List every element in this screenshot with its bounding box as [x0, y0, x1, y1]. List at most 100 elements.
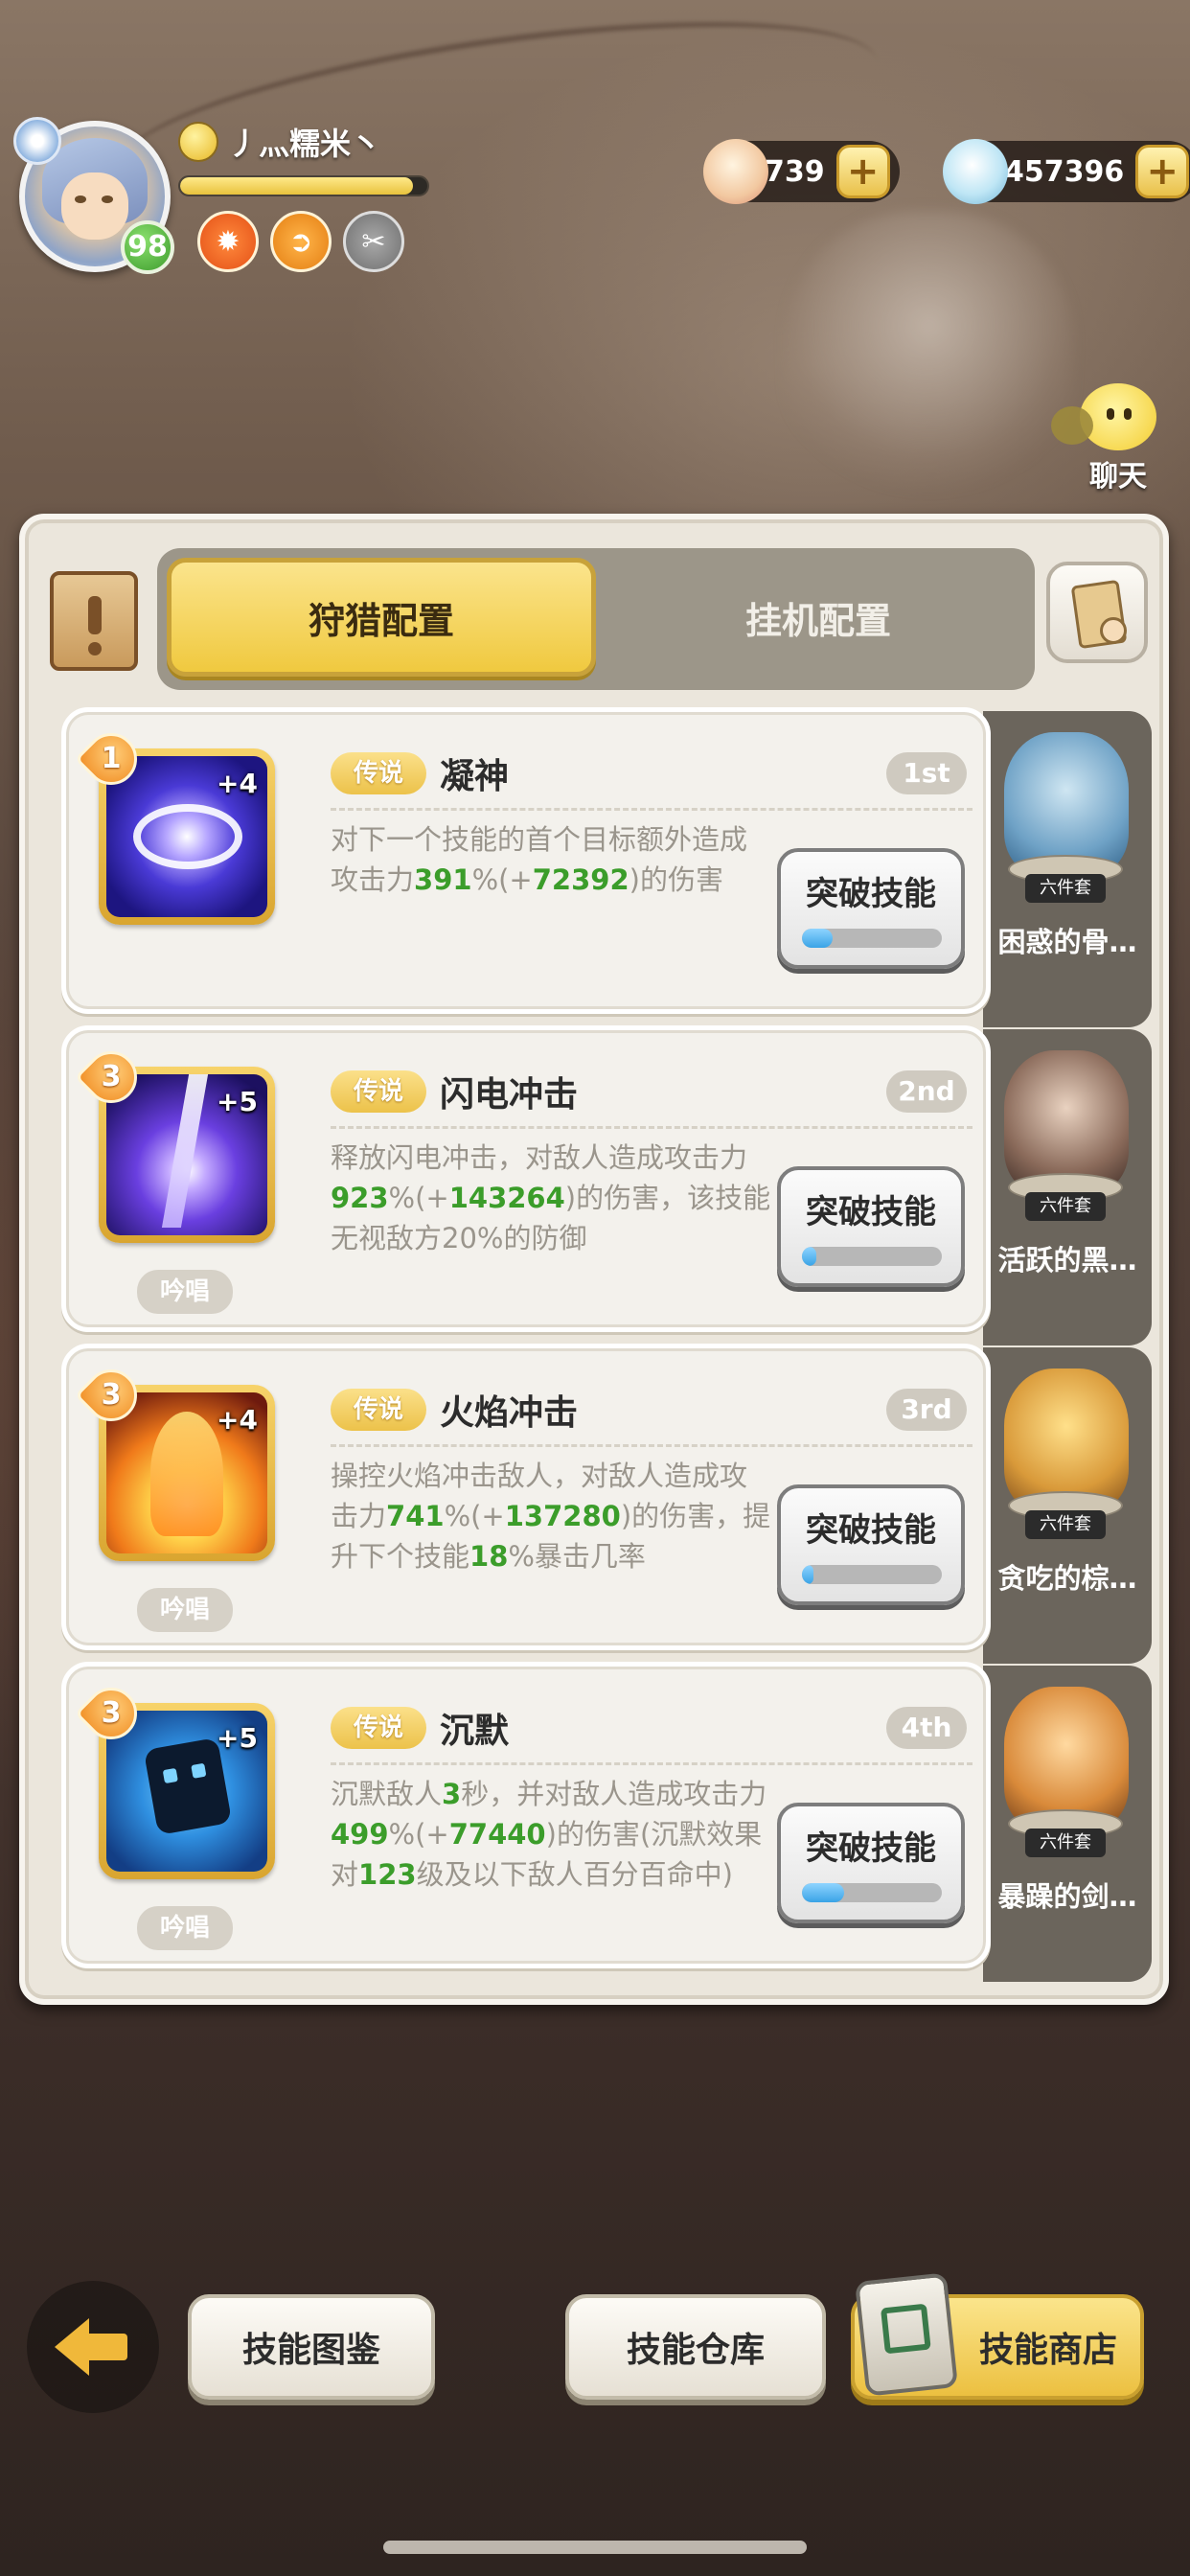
- player-avatar[interactable]: 98: [13, 117, 174, 274]
- skill-icon-button[interactable]: +5 3: [74, 1676, 275, 1879]
- scroll-notice-icon[interactable]: [50, 571, 138, 671]
- rarity-badge: 传说: [331, 1070, 426, 1113]
- tab-hunt-config[interactable]: 狩猎配置: [167, 558, 596, 677]
- home-indicator[interactable]: [383, 2541, 807, 2554]
- pet-slot[interactable]: 六件套 贪吃的棕…: [983, 1347, 1152, 1664]
- desc-highlight: 137280: [504, 1500, 621, 1532]
- add-shells-button[interactable]: +: [835, 145, 890, 198]
- desc-text: 释放闪电冲击，对敌人造成攻击力: [331, 1141, 748, 1174]
- desc-text: )的伤害: [629, 863, 723, 896]
- fire-badge-icon[interactable]: ✹: [197, 211, 259, 272]
- skill-name: 闪电冲击: [440, 1075, 579, 1115]
- skill-description: 释放闪电冲击，对敌人造成攻击力923%(+143264)的伤害，该技能无视敌方2…: [331, 1138, 771, 1258]
- divider: [331, 1126, 973, 1129]
- pet-slot[interactable]: 六件套 困惑的骨…: [983, 711, 1152, 1027]
- skill-catalog-button[interactable]: 技能图鉴: [188, 2294, 435, 2400]
- pearl-icon: [943, 139, 1008, 204]
- breakthrough-progress: [802, 1247, 942, 1266]
- desc-highlight: 77440: [448, 1818, 546, 1851]
- shell-currency: 739 +: [703, 138, 900, 205]
- breakthrough-progress-fill: [802, 1883, 844, 1902]
- skill-icon-button[interactable]: +4 3: [74, 1358, 275, 1561]
- breakthrough-button[interactable]: 突破技能: [777, 848, 965, 969]
- skill-rank: 2nd: [886, 1070, 967, 1113]
- rarity-badge: 传说: [331, 1389, 426, 1431]
- pet-name: 困惑的骨…: [997, 926, 1137, 958]
- breakthrough-progress: [802, 929, 942, 948]
- swords-badge-icon[interactable]: ✂: [343, 211, 404, 272]
- player-name-row: 丿灬糯米丶: [178, 121, 381, 163]
- skill-config-panel: 狩猎配置 挂机配置 六件套 困惑的骨… +4 1 传说 凝神 1st 对下一个技…: [19, 514, 1169, 2005]
- breakthrough-label: 突破技能: [806, 1193, 936, 1231]
- exp-bar-fill: [180, 177, 413, 195]
- desc-text: %(+: [444, 1500, 505, 1532]
- skill-level-value: 3: [101, 1060, 122, 1093]
- player-name: 丿灬糯米丶: [228, 126, 382, 162]
- shop-frame-icon: [854, 2272, 959, 2397]
- rarity-badge: 传说: [331, 1707, 426, 1749]
- desc-highlight: 391: [414, 863, 472, 896]
- skill-name: 沉默: [440, 1712, 510, 1751]
- shell-icon: [703, 139, 768, 204]
- divider: [331, 1444, 973, 1447]
- skill-plus-level: +4: [217, 768, 258, 799]
- tab-idle-config[interactable]: 挂机配置: [617, 558, 1019, 677]
- breakthrough-button[interactable]: 突破技能: [777, 1166, 965, 1287]
- skill-icon-button[interactable]: +4 1: [74, 722, 275, 925]
- skill-plus-level: +5: [217, 1722, 258, 1754]
- skill-level-value: 1: [101, 742, 122, 775]
- desc-highlight: 123: [358, 1858, 417, 1891]
- skill-settings-button[interactable]: [1046, 562, 1148, 663]
- skill-icon-button[interactable]: +5 3: [74, 1040, 275, 1243]
- pet-name: 贪吃的棕…: [997, 1562, 1137, 1595]
- breakthrough-progress-fill: [802, 1247, 816, 1266]
- desc-text: %(+: [388, 1182, 449, 1214]
- skill-card[interactable]: +5 3 吟唱 传说 闪电冲击 2nd 释放闪电冲击，对敌人造成攻击力 923%(…: [61, 1025, 991, 1332]
- breakthrough-button[interactable]: 突破技能: [777, 1484, 965, 1605]
- skill-name: 火焰冲击: [440, 1393, 579, 1433]
- pearl-amount: 457396: [1004, 154, 1125, 189]
- desc-text: 级及以下敌人百分百命中): [416, 1858, 733, 1891]
- chat-label: 聊天: [1089, 460, 1147, 494]
- desc-highlight: 3: [442, 1778, 462, 1810]
- pet-slot[interactable]: 六件套 暴躁的剑…: [983, 1666, 1152, 1982]
- skill-description: 操控火焰冲击敌人，对敌人造成攻击力741%(+137280)的伤害，提升下个技能…: [331, 1456, 771, 1576]
- pet-set-tag: 六件套: [1025, 1192, 1106, 1221]
- skill-storage-button[interactable]: 技能仓库: [565, 2294, 826, 2400]
- pet-slot[interactable]: 六件套 活跃的黑…: [983, 1029, 1152, 1346]
- chant-tag: 吟唱: [137, 1270, 233, 1314]
- shell-amount: 739: [765, 154, 825, 189]
- skill-card[interactable]: +4 1 传说 凝神 1st 对下一个技能的首个目标额外造成攻击力391%(+7…: [61, 707, 991, 1014]
- skill-rank: 3rd: [886, 1389, 967, 1431]
- skill-description: 对下一个技能的首个目标额外造成攻击力391%(+72392)的伤害: [331, 819, 771, 900]
- desc-text: %(+: [471, 863, 533, 896]
- breakthrough-progress: [802, 1565, 942, 1584]
- chat-button[interactable]: 聊天: [1051, 383, 1171, 494]
- player-level-badge: 98: [121, 220, 174, 274]
- skill-description: 沉默敌人3秒，并对敌人造成攻击力499%(+77440)的伤害(沉默效果对123…: [331, 1774, 771, 1895]
- skill-name: 凝神: [440, 757, 510, 796]
- divider: [331, 1762, 973, 1765]
- breakthrough-label: 突破技能: [806, 1511, 936, 1550]
- breakthrough-progress-fill: [802, 929, 834, 948]
- rarity-badge: 传说: [331, 752, 426, 794]
- skill-plus-level: +4: [217, 1404, 258, 1436]
- background-skull: [786, 211, 1073, 498]
- desc-text: %(+: [388, 1818, 449, 1851]
- skill-card[interactable]: +5 3 吟唱 传说 沉默 4th 沉默敌人3秒，并对敌人造成攻击力499%(+…: [61, 1662, 991, 1968]
- skill-level-value: 3: [101, 1696, 122, 1730]
- skill-card[interactable]: +4 3 吟唱 传说 火焰冲击 3rd 操控火焰冲击敌人，对敌人造成攻击力741…: [61, 1344, 991, 1650]
- emoji-face-icon: [178, 122, 218, 162]
- pet-name: 活跃的黑…: [997, 1244, 1137, 1276]
- breakthrough-button[interactable]: 突破技能: [777, 1803, 965, 1923]
- pearl-currency: 457396 +: [943, 138, 1190, 205]
- config-tabs: 狩猎配置 挂机配置: [157, 548, 1035, 690]
- add-pearls-button[interactable]: +: [1135, 145, 1190, 198]
- skill-rank: 4th: [886, 1707, 967, 1749]
- skill-shop-button[interactable]: 技能商店: [851, 2272, 1144, 2400]
- desc-text: %暴击几率: [508, 1540, 646, 1573]
- swirl-badge-icon[interactable]: ➲: [270, 211, 332, 272]
- breakthrough-progress-fill: [802, 1565, 813, 1584]
- back-button[interactable]: [27, 2281, 159, 2413]
- hand-icon: [1100, 617, 1127, 644]
